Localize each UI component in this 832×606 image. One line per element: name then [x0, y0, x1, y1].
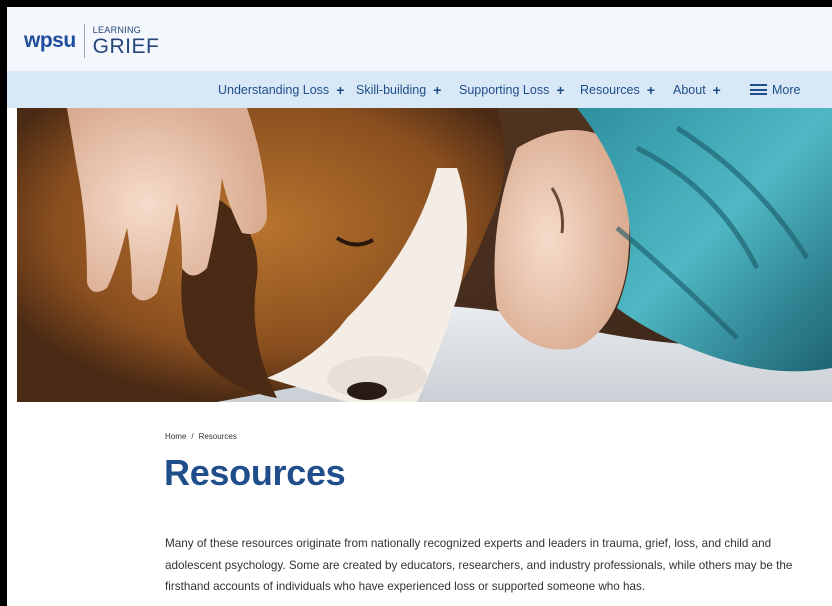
- nav-more-button[interactable]: More: [750, 71, 800, 108]
- hero-image: [17, 108, 832, 402]
- page-title: Resources: [164, 452, 346, 493]
- site-header: wpsu LEARNING GRIEF: [7, 7, 832, 71]
- breadcrumb-current: Resources: [198, 432, 237, 441]
- logo-subtitle: LEARNING GRIEF: [92, 24, 160, 58]
- plus-icon: +: [712, 81, 721, 98]
- breadcrumb: Home / Resources: [165, 432, 237, 441]
- plus-icon: +: [556, 81, 565, 98]
- nav-item-label: Resources: [580, 82, 640, 97]
- breadcrumb-separator: /: [191, 432, 194, 441]
- hero-photo-dog-and-girl: [17, 108, 832, 402]
- intro-paragraph: Many of these resources originate from n…: [165, 537, 793, 593]
- nav-item-label: About: [673, 82, 706, 97]
- logo-brand: wpsu: [24, 29, 76, 52]
- main-nav: Understanding Loss + Skill-building + Supp…: [7, 71, 832, 108]
- logo-divider: [83, 24, 85, 58]
- breadcrumb-home-link[interactable]: Home: [165, 432, 186, 441]
- logo-line-1: LEARNING: [92, 24, 142, 35]
- site-logo[interactable]: wpsu LEARNING GRIEF: [24, 21, 159, 61]
- plus-icon: +: [336, 81, 345, 98]
- logo-line-2: GRIEF: [92, 34, 160, 58]
- plus-icon: +: [646, 81, 655, 98]
- nav-item-label: Supporting Loss: [459, 82, 550, 97]
- nav-item-skill-building[interactable]: Skill-building +: [356, 71, 441, 108]
- nav-item-understanding-loss[interactable]: Understanding Loss +: [218, 71, 344, 108]
- page-frame: wpsu LEARNING GRIEF Understanding Loss + …: [7, 7, 832, 606]
- plus-icon: +: [433, 81, 442, 98]
- nav-item-about[interactable]: About +: [673, 71, 721, 108]
- nav-item-resources[interactable]: Resources +: [580, 71, 655, 108]
- nav-item-label: Skill-building: [356, 82, 427, 97]
- nav-more-label: More: [772, 82, 801, 97]
- hamburger-menu-icon: [750, 84, 767, 95]
- nav-item-supporting-loss[interactable]: Supporting Loss +: [459, 71, 565, 108]
- nav-item-label: Understanding Loss: [218, 82, 330, 97]
